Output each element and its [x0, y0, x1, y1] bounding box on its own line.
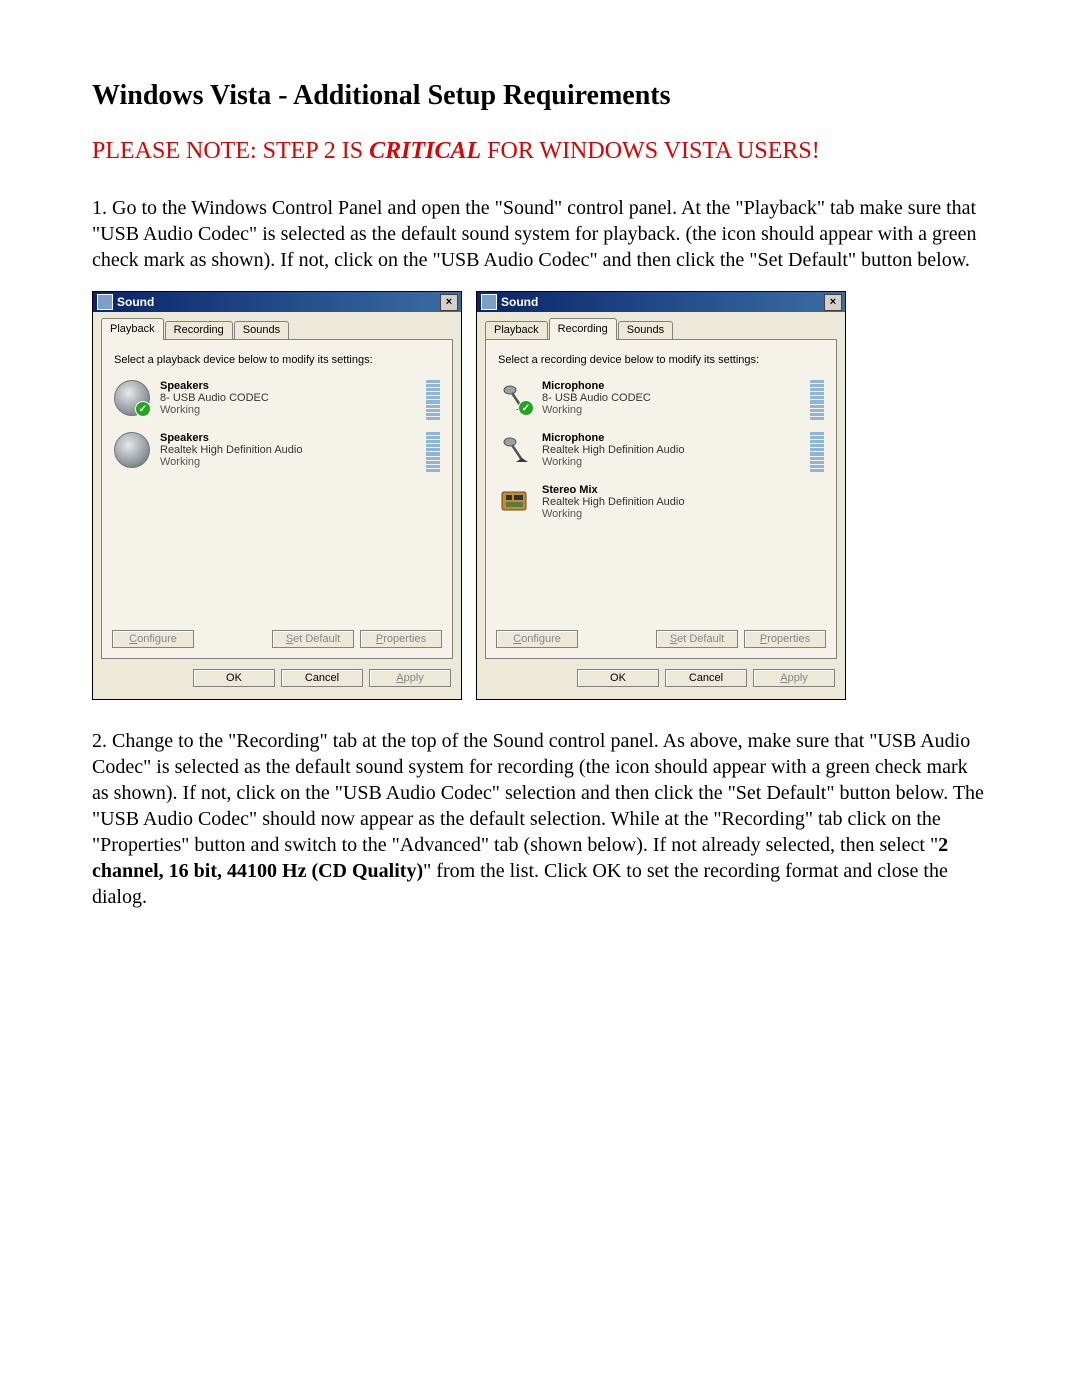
page-heading: Windows Vista - Additional Setup Require… [92, 80, 988, 112]
set-default-button[interactable]: Set Default [656, 630, 738, 648]
device-sub: Realtek High Definition Audio [542, 444, 800, 456]
u: A [396, 672, 403, 684]
speaker-icon: ✓ [114, 380, 150, 416]
ok-button[interactable]: OK [577, 669, 659, 687]
note-prefix: PLEASE NOTE: STEP 2 IS [92, 138, 369, 164]
tab-recording[interactable]: Recording [549, 318, 617, 340]
device-text: Microphone 8- USB Audio CODEC Working [542, 380, 800, 416]
tab-sounds[interactable]: Sounds [234, 321, 289, 339]
recording-device-list: ✓ Microphone 8- USB Audio CODEC Working [496, 378, 826, 622]
device-buttons-row: Configure Set Default Properties [112, 622, 442, 648]
dialog-footer: OK Cancel Apply [477, 659, 845, 699]
device-status: Working [160, 404, 416, 416]
apply-button[interactable]: Apply [753, 669, 835, 687]
critical-note: PLEASE NOTE: STEP 2 IS CRITICAL FOR WIND… [92, 138, 988, 165]
tab-playback[interactable]: Playback [101, 318, 164, 340]
note-critical: CRITICAL [369, 138, 481, 164]
device-row[interactable]: Microphone Realtek High Definition Audio… [496, 430, 826, 474]
screenshots-row: Sound × Playback Recording Sounds Select… [92, 291, 988, 700]
playback-device-list: ✓ Speakers 8- USB Audio CODEC Working Sp… [112, 378, 442, 622]
close-button[interactable]: × [440, 294, 458, 311]
title-text: Sound [501, 295, 824, 309]
sound-app-icon [97, 294, 113, 310]
note-suffix: FOR WINDOWS VISTA USERS! [481, 138, 820, 164]
device-status: Working [542, 404, 800, 416]
default-check-icon: ✓ [518, 400, 534, 416]
device-status: Working [542, 456, 800, 468]
ok-button[interactable]: OK [193, 669, 275, 687]
u: S [670, 633, 677, 645]
level-meter-icon [810, 380, 824, 420]
u: A [780, 672, 787, 684]
playback-instruct: Select a playback device below to modify… [114, 354, 442, 366]
sound-app-icon [481, 294, 497, 310]
device-name: Stereo Mix [542, 484, 824, 496]
close-button[interactable]: × [824, 294, 842, 311]
speaker-icon [114, 432, 150, 468]
set-default-button[interactable]: Set Default [272, 630, 354, 648]
device-text: Microphone Realtek High Definition Audio… [542, 432, 800, 468]
soundcard-icon [498, 484, 532, 518]
level-meter-icon [810, 432, 824, 472]
title-text: Sound [117, 295, 440, 309]
titlebar: Sound × [93, 292, 461, 312]
tab-recording[interactable]: Recording [165, 321, 233, 339]
device-name: Microphone [542, 432, 800, 444]
device-row[interactable]: ✓ Microphone 8- USB Audio CODEC Working [496, 378, 826, 422]
properties-button[interactable]: Properties [744, 630, 826, 648]
microphone-icon: ✓ [498, 380, 532, 414]
sound-dialog-recording: Sound × Playback Recording Sounds Select… [476, 291, 846, 700]
device-sub: 8- USB Audio CODEC [160, 392, 416, 404]
microphone-icon [498, 432, 532, 466]
tab-sounds[interactable]: Sounds [618, 321, 673, 339]
device-sub: Realtek High Definition Audio [542, 496, 824, 508]
device-row[interactable]: Stereo Mix Realtek High Definition Audio… [496, 482, 826, 522]
u: C [129, 633, 137, 645]
tabbody-playback: Select a playback device below to modify… [101, 339, 453, 659]
device-row[interactable]: ✓ Speakers 8- USB Audio CODEC Working [112, 378, 442, 422]
device-sub: Realtek High Definition Audio [160, 444, 416, 456]
u: P [376, 633, 383, 645]
configure-button[interactable]: Configure [112, 630, 194, 648]
cancel-button[interactable]: Cancel [281, 669, 363, 687]
device-name: Speakers [160, 380, 416, 392]
device-sub: 8- USB Audio CODEC [542, 392, 800, 404]
device-status: Working [160, 456, 416, 468]
device-buttons-row: Configure Set Default Properties [496, 622, 826, 648]
level-meter-icon [426, 380, 440, 420]
tabstrip: Playback Recording Sounds [93, 312, 461, 339]
configure-button[interactable]: Configure [496, 630, 578, 648]
titlebar: Sound × [477, 292, 845, 312]
device-text: Speakers Realtek High Definition Audio W… [160, 432, 416, 468]
u: S [286, 633, 293, 645]
tabbody-recording: Select a recording device below to modif… [485, 339, 837, 659]
cancel-button[interactable]: Cancel [665, 669, 747, 687]
step2-text: 2. Change to the "Recording" tab at the … [92, 728, 988, 910]
device-text: Speakers 8- USB Audio CODEC Working [160, 380, 416, 416]
u: P [760, 633, 767, 645]
apply-button[interactable]: Apply [369, 669, 451, 687]
tab-playback[interactable]: Playback [485, 321, 548, 339]
device-name: Microphone [542, 380, 800, 392]
step1-text: 1. Go to the Windows Control Panel and o… [92, 195, 988, 273]
device-status: Working [542, 508, 824, 520]
step2-a: 2. Change to the "Recording" tab at the … [92, 730, 984, 856]
level-meter-icon [426, 432, 440, 472]
properties-button[interactable]: Properties [360, 630, 442, 648]
tabstrip: Playback Recording Sounds [477, 312, 845, 339]
default-check-icon: ✓ [135, 401, 151, 417]
u: C [513, 633, 521, 645]
device-name: Speakers [160, 432, 416, 444]
device-row[interactable]: Speakers Realtek High Definition Audio W… [112, 430, 442, 474]
sound-dialog-playback: Sound × Playback Recording Sounds Select… [92, 291, 462, 700]
dialog-footer: OK Cancel Apply [93, 659, 461, 699]
device-text: Stereo Mix Realtek High Definition Audio… [542, 484, 824, 520]
recording-instruct: Select a recording device below to modif… [498, 354, 826, 366]
